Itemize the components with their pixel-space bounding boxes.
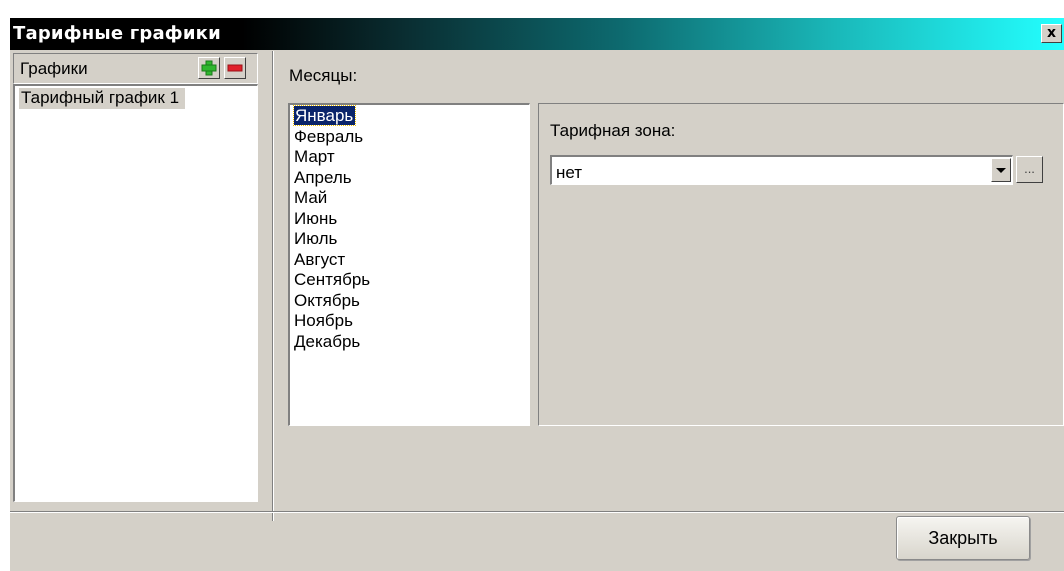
graphs-list[interactable]: Тарифный график 1 [13,84,258,502]
tariff-zone-browse-button[interactable]: ... [1016,156,1043,183]
month-list-item[interactable]: Март [290,147,529,168]
month-label: Ноябрь [294,311,353,330]
graph-list-item[interactable]: Тарифный график 1 [15,88,257,109]
months-list[interactable]: Январь Февраль Март Апрель Май Июнь Июль Август… [288,103,530,426]
month-label: Сентябрь [294,270,371,289]
month-list-item[interactable]: Декабрь [290,332,529,353]
close-button[interactable]: Закрыть [896,516,1030,560]
month-label: Декабрь [294,331,361,351]
graphs-header: Графики [13,53,258,84]
graphs-label: Графики [20,59,88,78]
month-label: Июнь [294,208,338,228]
month-label: Май [294,188,328,207]
tariff-schedules-window: Тарифные графики x Графики Тарифный граф… [10,18,1064,571]
panel-divider [272,51,274,521]
month-label: Февраль [294,126,364,146]
tariff-zone-panel: Тарифная зона: нет ... [538,103,1064,426]
month-list-item[interactable]: Октябрь [290,291,529,312]
month-list-item[interactable]: Февраль [290,127,529,148]
chevron-down-icon [996,168,1006,173]
tariff-zone-label: Тарифная зона: [550,121,676,140]
month-list-item[interactable]: Апрель [290,168,529,189]
month-list-item[interactable]: Август [290,250,529,271]
month-list-item[interactable]: Январь [290,105,529,127]
window-title: Тарифные графики [13,23,221,44]
month-list-item[interactable]: Ноябрь [290,311,529,332]
footer-divider [10,511,1064,513]
dropdown-arrow-button[interactable] [991,158,1011,182]
month-list-item[interactable]: Май [290,188,529,209]
red-minus-icon [227,64,243,72]
month-list-item[interactable]: Июнь [290,209,529,230]
month-label: Октябрь [294,290,360,310]
month-label: Январь [292,105,357,126]
remove-graph-button[interactable] [224,57,246,79]
tariff-zone-value: нет [556,163,583,182]
graph-item-label: Тарифный график 1 [19,88,186,109]
month-label: Апрель [294,167,352,187]
add-graph-button[interactable] [198,57,220,79]
tariff-zone-select[interactable]: нет [550,155,1013,185]
window-close-button[interactable]: x [1041,24,1062,43]
title-bar[interactable]: Тарифные графики x [10,18,1064,50]
months-label: Месяцы: [289,66,358,85]
month-label: Август [294,249,346,269]
month-label: Март [294,147,335,166]
green-plus-icon [201,60,217,76]
month-list-item[interactable]: Июль [290,229,529,250]
month-list-item[interactable]: Сентябрь [290,270,529,291]
month-label: Июль [294,229,338,248]
